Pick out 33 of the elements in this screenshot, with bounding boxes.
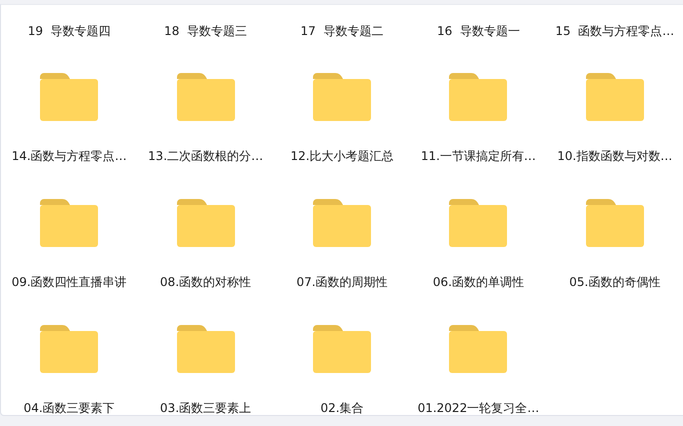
- folder-icon[interactable]: [40, 325, 98, 373]
- folder-name: 06.函数的单调性: [432, 274, 524, 290]
- folder-icon[interactable]: [449, 73, 508, 121]
- folder-icon[interactable]: [586, 199, 644, 247]
- folder-name: 11.一节课搞定所有…: [420, 148, 536, 164]
- folder-icon[interactable]: [449, 199, 508, 247]
- folder-name: 17 导数专题二: [300, 23, 384, 39]
- folder-icon[interactable]: [176, 199, 235, 247]
- folder-icon[interactable]: [312, 73, 371, 121]
- folder-icon[interactable]: [312, 325, 371, 373]
- folder-icon[interactable]: [40, 199, 98, 247]
- folder-icon[interactable]: [176, 325, 235, 373]
- folder-name: 14.函数与方程零点…: [12, 148, 127, 164]
- folder-name: 02.集合: [320, 400, 364, 416]
- folder-name: 13.二次函数根的分…: [148, 148, 264, 164]
- folder-name: 15 函数与方程零点…: [555, 23, 674, 39]
- folder-name: 12.比大小考题汇总: [290, 148, 394, 164]
- folder-name: 18 导数专题三: [164, 23, 248, 39]
- folder-name: 16 导数专题一: [436, 23, 520, 39]
- folder-name: 01.2022一轮复习全…: [418, 400, 540, 416]
- folder-name: 05.函数的奇偶性: [569, 274, 660, 290]
- folder-icon[interactable]: [40, 73, 98, 121]
- folder-name: 07.函数的周期性: [296, 274, 388, 290]
- folder-name: 09.函数四性直播串讲: [12, 274, 127, 290]
- folder-name: 03.函数三要素上: [160, 400, 252, 416]
- folder-name: 08.函数的对称性: [160, 274, 252, 290]
- folder-icon[interactable]: [312, 199, 371, 247]
- folder-name: 19 导数专题四: [28, 23, 111, 39]
- folder-icon[interactable]: [586, 73, 644, 121]
- folder-icon[interactable]: [449, 325, 508, 373]
- folder-name: 10.指数函数与对数…: [557, 148, 672, 164]
- folder-icon[interactable]: [176, 73, 235, 121]
- folder-name: 04.函数三要素下: [24, 400, 115, 416]
